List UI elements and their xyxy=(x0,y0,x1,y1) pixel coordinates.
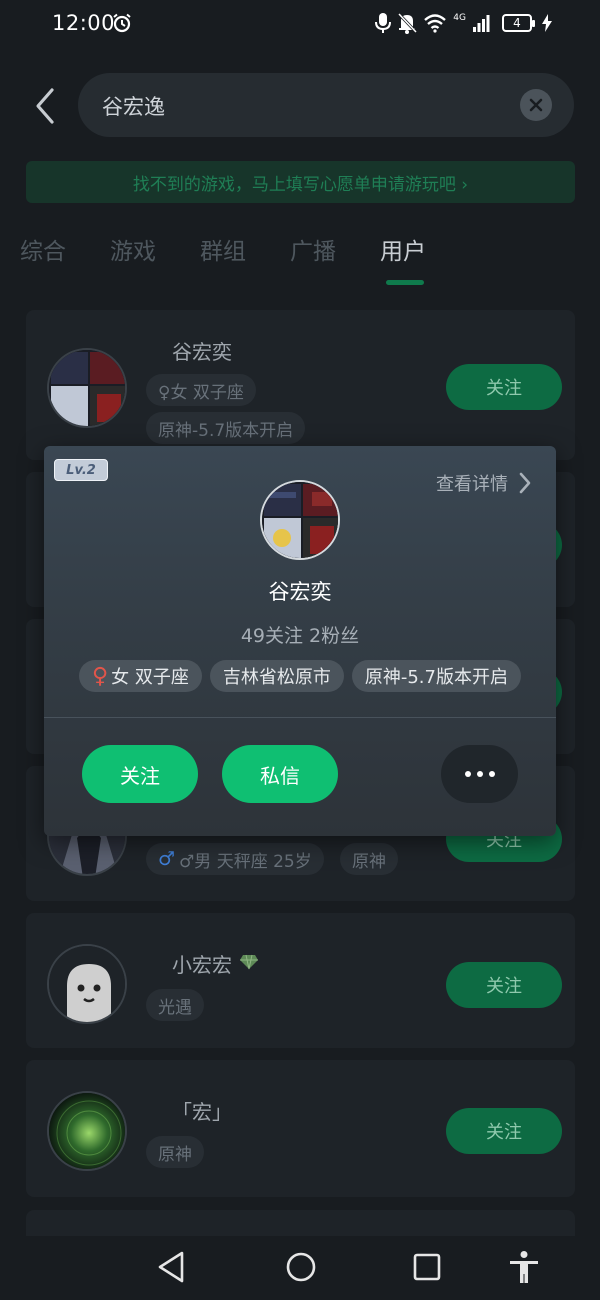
gender-zodiac-text: 女 双子座 xyxy=(111,667,189,688)
game-chip: 原神-5.7版本开启 xyxy=(146,412,306,444)
wishlist-banner-text: 找不到的游戏，马上填写心愿单申请游玩吧 › xyxy=(132,174,469,195)
clear-search-button[interactable] xyxy=(520,89,552,121)
tab-users[interactable]: 用户 xyxy=(380,232,426,266)
tab-groups[interactable]: 群组 xyxy=(200,232,246,266)
popup-message-button[interactable]: 私信 xyxy=(222,745,338,803)
user-result-card[interactable]: 小宏宏 光遇 关注 xyxy=(26,913,575,1048)
follow-button[interactable]: 关注 xyxy=(446,962,562,1008)
profile-chip: ♀女 双子座 xyxy=(146,374,256,406)
charging-icon xyxy=(542,14,552,32)
nav-back-icon[interactable] xyxy=(156,1250,186,1284)
popup-tags: ♀ 女 双子座 吉林省松原市 原神-5.7版本开启 xyxy=(44,660,556,692)
more-dot xyxy=(464,771,471,777)
wishlist-banner[interactable]: 找不到的游戏，马上填写心愿单申请游玩吧 › xyxy=(26,161,575,203)
bell-off-icon xyxy=(398,12,418,34)
game-tag-text: 原神-5.7版本开启 xyxy=(364,667,508,688)
close-icon xyxy=(529,98,543,112)
follow-button[interactable]: 关注 xyxy=(446,1108,562,1154)
location-text: 吉林省松原市 xyxy=(222,667,331,688)
user-profile-popup: Lv.2 查看详情 谷宏奕 49关注 2粉丝 ♀ 女 双子座 吉林省松原市 原神… xyxy=(44,446,556,836)
profile-chip-text: ♀女 双子座 xyxy=(158,382,244,403)
alarm-icon xyxy=(113,13,131,33)
tab-broadcast[interactable]: 广播 xyxy=(290,232,336,266)
view-details-label: 查看详情 xyxy=(436,474,508,495)
user-result-card[interactable]: 谷宏奕 ♀女 双子座 原神-5.7版本开启 关注 xyxy=(26,310,575,460)
game-chip-text: 原神 xyxy=(158,1144,192,1165)
popup-divider xyxy=(44,717,556,718)
diamond-badge-icon xyxy=(240,954,258,970)
avatar xyxy=(47,348,127,428)
more-options-button[interactable] xyxy=(441,745,518,803)
network-type-label: 4G xyxy=(453,13,466,23)
search-input[interactable]: 谷宏逸 xyxy=(78,73,574,137)
profile-chip-text: ♂男 天秤座 25岁 xyxy=(179,851,312,872)
male-icon: ♂ xyxy=(158,848,176,870)
wifi-icon xyxy=(424,14,447,33)
back-button[interactable] xyxy=(26,84,66,128)
popup-follow-button[interactable]: 关注 xyxy=(82,745,198,803)
follow-button[interactable]: 关注 xyxy=(446,364,562,410)
game-chip-text: 光遇 xyxy=(158,997,192,1018)
level-badge: Lv.2 xyxy=(54,459,108,481)
chevron-left-icon xyxy=(36,88,54,124)
tab-games[interactable]: 游戏 xyxy=(110,232,156,266)
game-chip-text: 原神-5.7版本开启 xyxy=(158,420,294,441)
status-bar: 12:00 4G 4 xyxy=(0,0,600,48)
mic-icon xyxy=(375,13,392,33)
signal-icon xyxy=(473,15,490,32)
result-tabs: 综合 游戏 群组 广播 用户 xyxy=(0,228,600,288)
avatar xyxy=(47,1091,127,1171)
female-icon: ♀ xyxy=(92,663,109,689)
nav-home-icon[interactable] xyxy=(285,1250,317,1284)
battery-level: 4 xyxy=(513,16,521,30)
game-chip: 光遇 xyxy=(146,989,204,1021)
profile-chip: ♂ ♂男 天秤座 25岁 xyxy=(146,843,324,875)
active-tab-indicator xyxy=(386,280,424,285)
location-tag: 吉林省松原市 xyxy=(209,660,344,692)
status-icons: 4G 4 xyxy=(375,12,552,34)
battery-icon: 4 xyxy=(502,14,535,32)
status-time: 12:00 xyxy=(52,11,116,35)
search-query-text: 谷宏逸 xyxy=(102,95,165,119)
username: 谷宏奕 xyxy=(172,340,232,364)
tab-all[interactable]: 综合 xyxy=(20,232,66,266)
system-nav-bar xyxy=(0,1236,600,1300)
user-result-card[interactable]: 「宏」 原神 关注 xyxy=(26,1060,575,1197)
nav-recents-icon[interactable] xyxy=(412,1250,442,1284)
username: 「宏」 xyxy=(172,1100,232,1124)
chevron-right-icon xyxy=(519,472,531,494)
username: 小宏宏 xyxy=(172,953,232,977)
app-screen: 12:00 4G 4 谷宏逸 找不到的游戏，马上填写心愿单申请游玩吧 › 综合 … xyxy=(0,0,600,1300)
popup-username: 谷宏奕 xyxy=(268,580,332,604)
gender-zodiac-tag: ♀ 女 双子座 xyxy=(79,660,202,692)
popup-avatar[interactable] xyxy=(260,480,340,560)
more-dot xyxy=(488,771,495,777)
avatar xyxy=(47,944,127,1024)
popup-follow-stats: 49关注 2粉丝 xyxy=(240,625,360,647)
accessibility-icon[interactable] xyxy=(508,1250,540,1284)
game-chip: 原神 xyxy=(146,1136,204,1168)
more-dot xyxy=(476,771,483,777)
view-details-link[interactable]: 查看详情 xyxy=(436,470,532,496)
game-chip-text: 原神 xyxy=(352,851,386,872)
game-chip: 原神 xyxy=(340,843,398,875)
game-tag: 原神-5.7版本开启 xyxy=(351,660,521,692)
